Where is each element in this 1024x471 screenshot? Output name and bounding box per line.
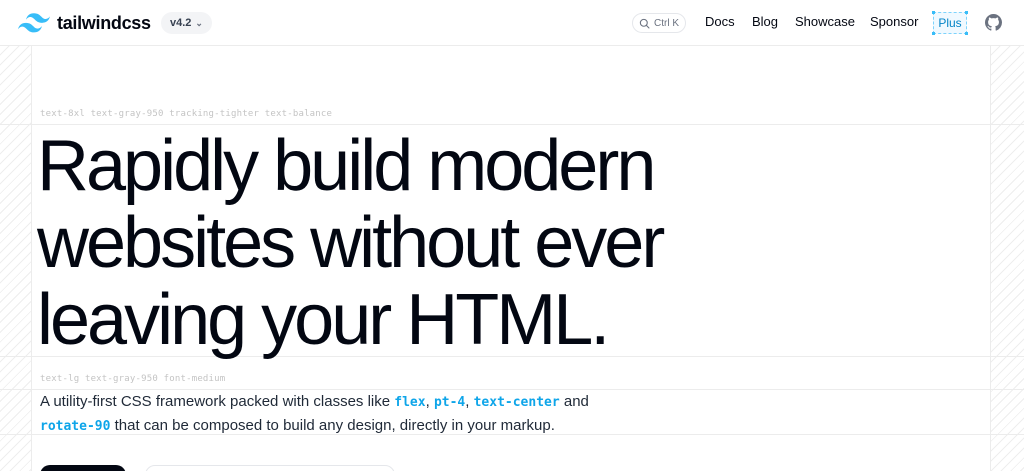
hero-title-line: Rapidly build modern bbox=[37, 126, 656, 206]
code-text-center: text-center bbox=[473, 395, 560, 410]
subtitle-separator: , bbox=[425, 393, 434, 410]
nav-link-blog[interactable]: Blog bbox=[752, 14, 778, 29]
hero-title: Rapidly build modern websites without ev… bbox=[37, 128, 757, 359]
plus-label: Plus bbox=[938, 16, 962, 30]
guide-line bbox=[0, 124, 1024, 125]
code-rotate-90: rotate-90 bbox=[40, 419, 111, 434]
hero-subtitle: A utility-first CSS framework packed wit… bbox=[40, 390, 640, 438]
subtitle-class-label: text-lg text-gray-950 font-medium bbox=[40, 374, 226, 384]
brand-name: tailwindcss bbox=[57, 12, 151, 33]
get-started-button[interactable] bbox=[40, 465, 126, 471]
hero-title-line: websites without ever bbox=[37, 203, 665, 283]
nav-link-plus[interactable]: Plus bbox=[932, 11, 968, 35]
code-flex: flex bbox=[394, 395, 426, 410]
subtitle-text: that can be composed to build any design… bbox=[110, 417, 555, 434]
version-selector[interactable]: v4.2 ⌄ bbox=[161, 12, 212, 34]
nav-link-sponsor[interactable]: Sponsor bbox=[870, 14, 918, 29]
hero-title-line: leaving your HTML. bbox=[37, 280, 610, 360]
nav-link-docs[interactable]: Docs bbox=[705, 14, 735, 29]
title-class-label: text-8xl text-gray-950 tracking-tighter … bbox=[40, 109, 333, 119]
left-hatch-gutter bbox=[0, 46, 32, 471]
version-label: v4.2 bbox=[170, 17, 192, 29]
brand-logo-link[interactable]: tailwindcss bbox=[18, 12, 151, 34]
tailwind-logo-icon bbox=[18, 13, 50, 33]
chevron-down-icon: ⌄ bbox=[195, 17, 203, 28]
subtitle-separator: , bbox=[465, 393, 474, 410]
subtitle-text: A utility-first CSS framework packed wit… bbox=[40, 393, 395, 410]
github-icon[interactable] bbox=[985, 14, 1002, 31]
subtitle-text: and bbox=[559, 393, 589, 410]
right-hatch-gutter bbox=[990, 46, 1024, 471]
code-pt-4: pt-4 bbox=[433, 395, 466, 410]
secondary-button[interactable] bbox=[145, 465, 395, 471]
top-navbar: tailwindcss v4.2 ⌄ Ctrl K Docs Blog Show… bbox=[0, 0, 1024, 46]
search-shortcut: Ctrl K bbox=[654, 17, 679, 29]
nav-link-showcase[interactable]: Showcase bbox=[795, 14, 855, 29]
search-icon bbox=[639, 18, 650, 29]
search-button[interactable]: Ctrl K bbox=[632, 13, 686, 33]
